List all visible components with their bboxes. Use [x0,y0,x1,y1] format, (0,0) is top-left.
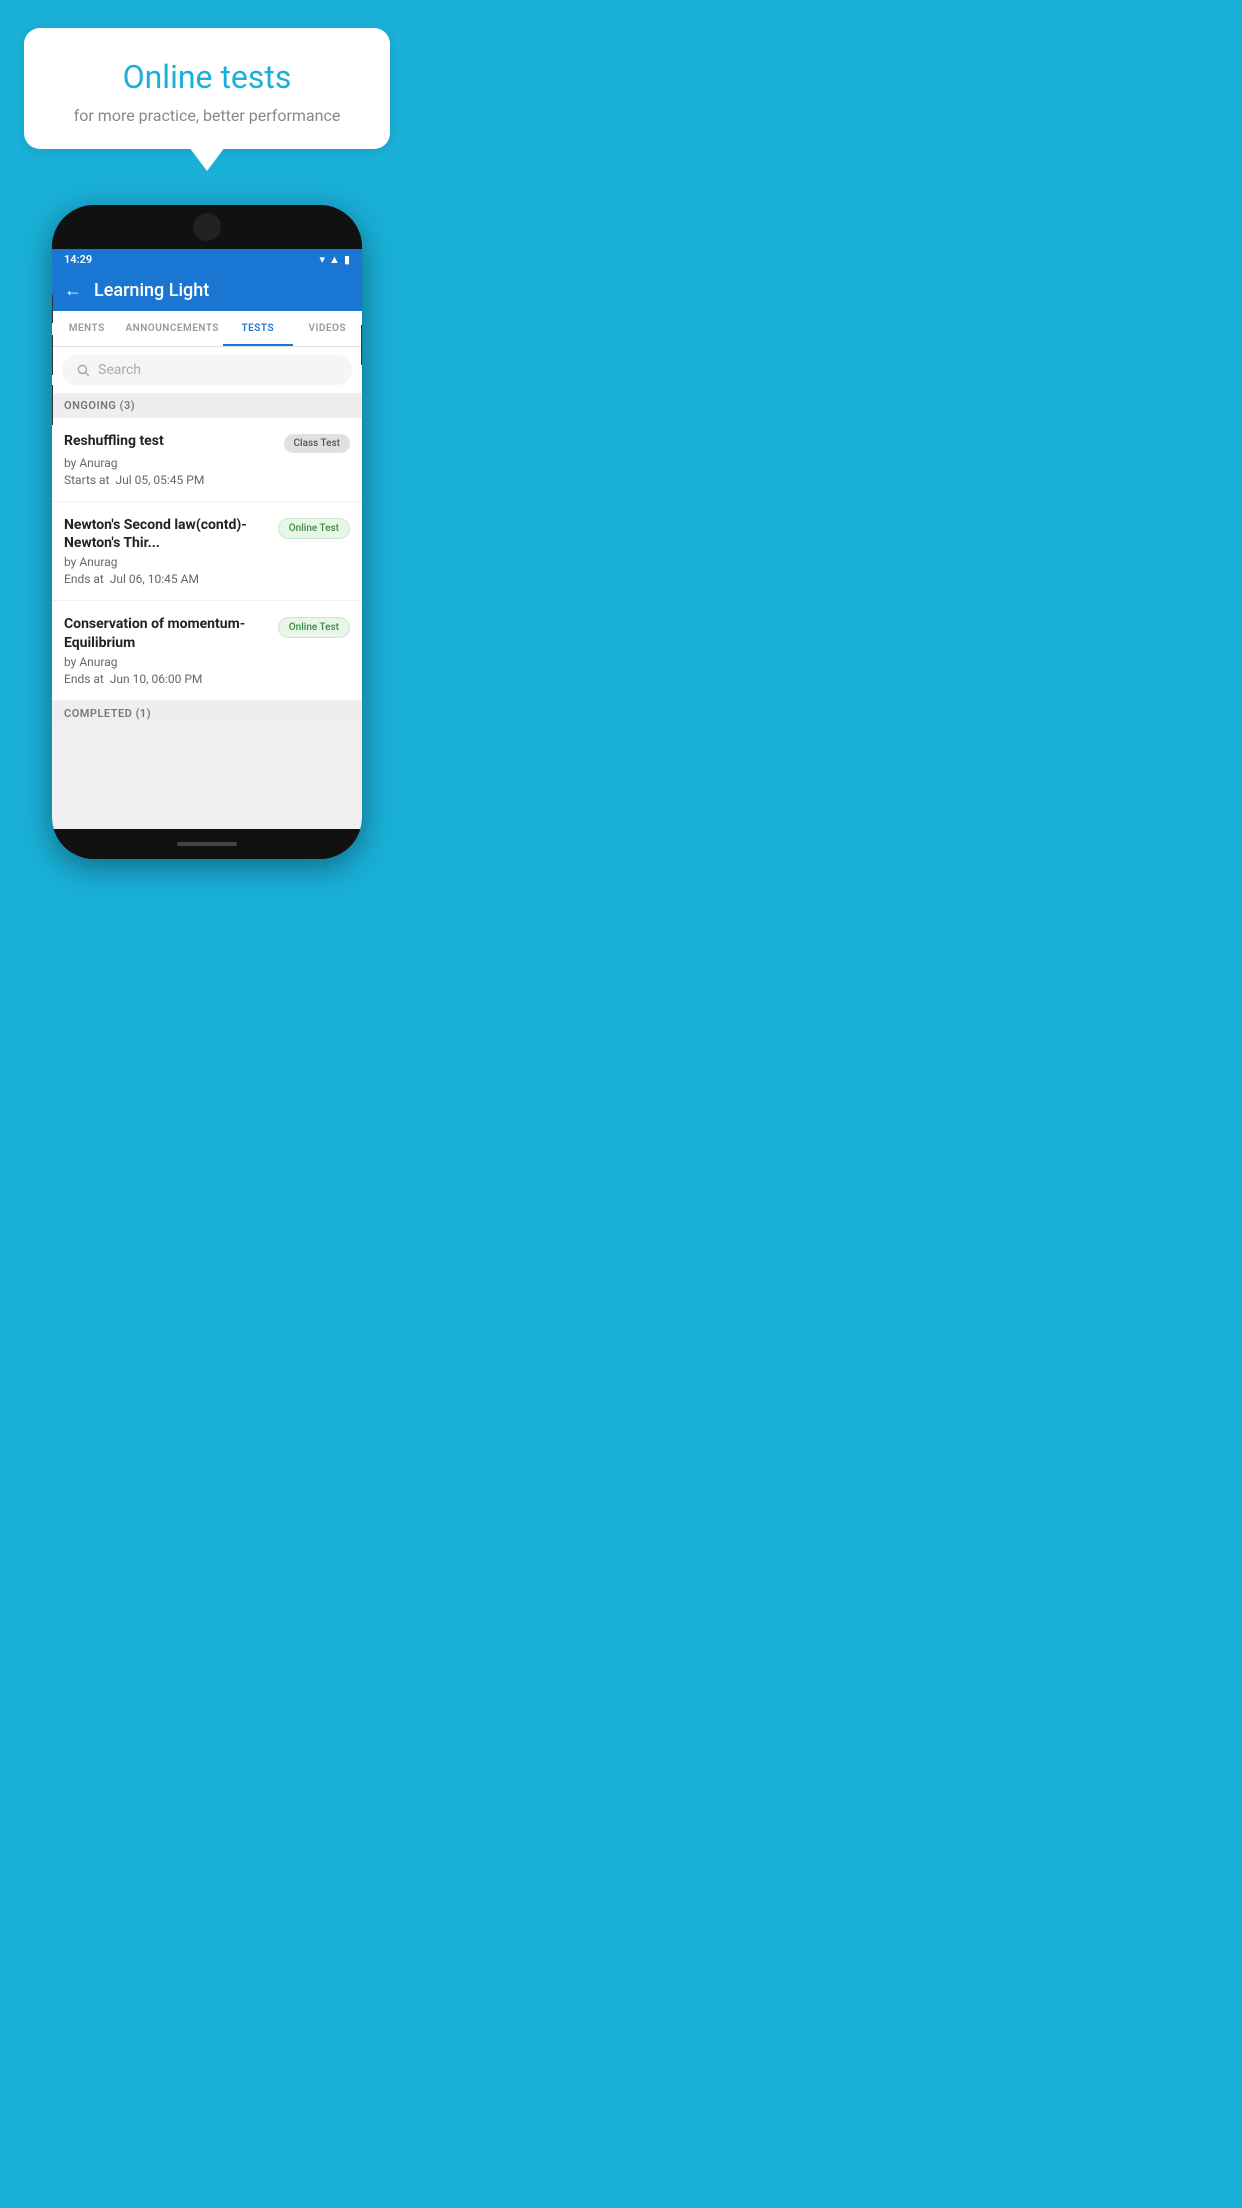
wifi-icon: ▾ [320,253,326,266]
tab-tests[interactable]: TESTS [223,311,292,346]
test-list: Reshuffling test Class Test by Anurag St… [52,418,362,701]
speech-bubble: Online tests for more practice, better p… [24,28,390,149]
test-by: by Anurag [64,456,350,470]
completed-section-header: COMPLETED (1) [52,701,362,726]
home-bar [177,842,237,846]
bubble-subtitle: for more practice, better performance [48,106,366,125]
search-input-wrapper[interactable]: Search [62,355,352,385]
status-bar: 14:29 ▾ ▲ ▮ [52,249,362,270]
test-by: by Anurag [64,555,350,569]
test-date: Ends at Jun 10, 06:00 PM [64,672,350,686]
test-item-header: Conservation of momentum-Equilibrium Onl… [64,615,350,651]
phone-frame: 14:29 ▾ ▲ ▮ ← Learning Light MENTS ANNOU… [52,205,362,859]
test-title: Reshuffling test [64,432,276,450]
tab-announcements[interactable]: ANNOUNCEMENTS [121,311,223,346]
test-item[interactable]: Newton's Second law(contd)-Newton's Thir… [52,502,362,601]
search-placeholder: Search [98,362,141,378]
test-title: Newton's Second law(contd)-Newton's Thir… [64,516,270,552]
search-container: Search [52,347,362,393]
test-item-header: Reshuffling test Class Test [64,432,350,453]
ongoing-section-header: ONGOING (3) [52,393,362,418]
speech-bubble-container: Online tests for more practice, better p… [0,0,414,149]
bubble-title: Online tests [48,58,366,96]
app-bar: ← Learning Light [52,270,362,311]
back-button[interactable]: ← [64,280,82,301]
tab-assignments[interactable]: MENTS [52,311,121,346]
test-date: Ends at Jul 06, 10:45 AM [64,572,350,586]
test-by: by Anurag [64,655,350,669]
signal-icon: ▲ [329,253,340,266]
search-icon [76,363,90,377]
test-badge-online: Online Test [278,518,350,539]
phone-wrapper: 14:29 ▾ ▲ ▮ ← Learning Light MENTS ANNOU… [0,205,414,879]
test-badge-class: Class Test [284,434,350,453]
battery-icon: ▮ [344,253,350,266]
test-item[interactable]: Conservation of momentum-Equilibrium Onl… [52,601,362,700]
test-title: Conservation of momentum-Equilibrium [64,615,270,651]
tab-videos[interactable]: VIDEOS [293,311,362,346]
status-icons: ▾ ▲ ▮ [320,253,350,266]
test-item-header: Newton's Second law(contd)-Newton's Thir… [64,516,350,552]
app-title: Learning Light [94,280,209,301]
test-badge-online: Online Test [278,617,350,638]
phone-camera-notch [193,213,221,241]
phone-bottom-bezel [52,829,362,859]
tab-bar: MENTS ANNOUNCEMENTS TESTS VIDEOS [52,311,362,347]
test-date: Starts at Jul 05, 05:45 PM [64,473,350,487]
test-item[interactable]: Reshuffling test Class Test by Anurag St… [52,418,362,502]
status-time: 14:29 [64,253,92,266]
phone-screen: 14:29 ▾ ▲ ▮ ← Learning Light MENTS ANNOU… [52,249,362,829]
phone-top-bezel [52,205,362,249]
